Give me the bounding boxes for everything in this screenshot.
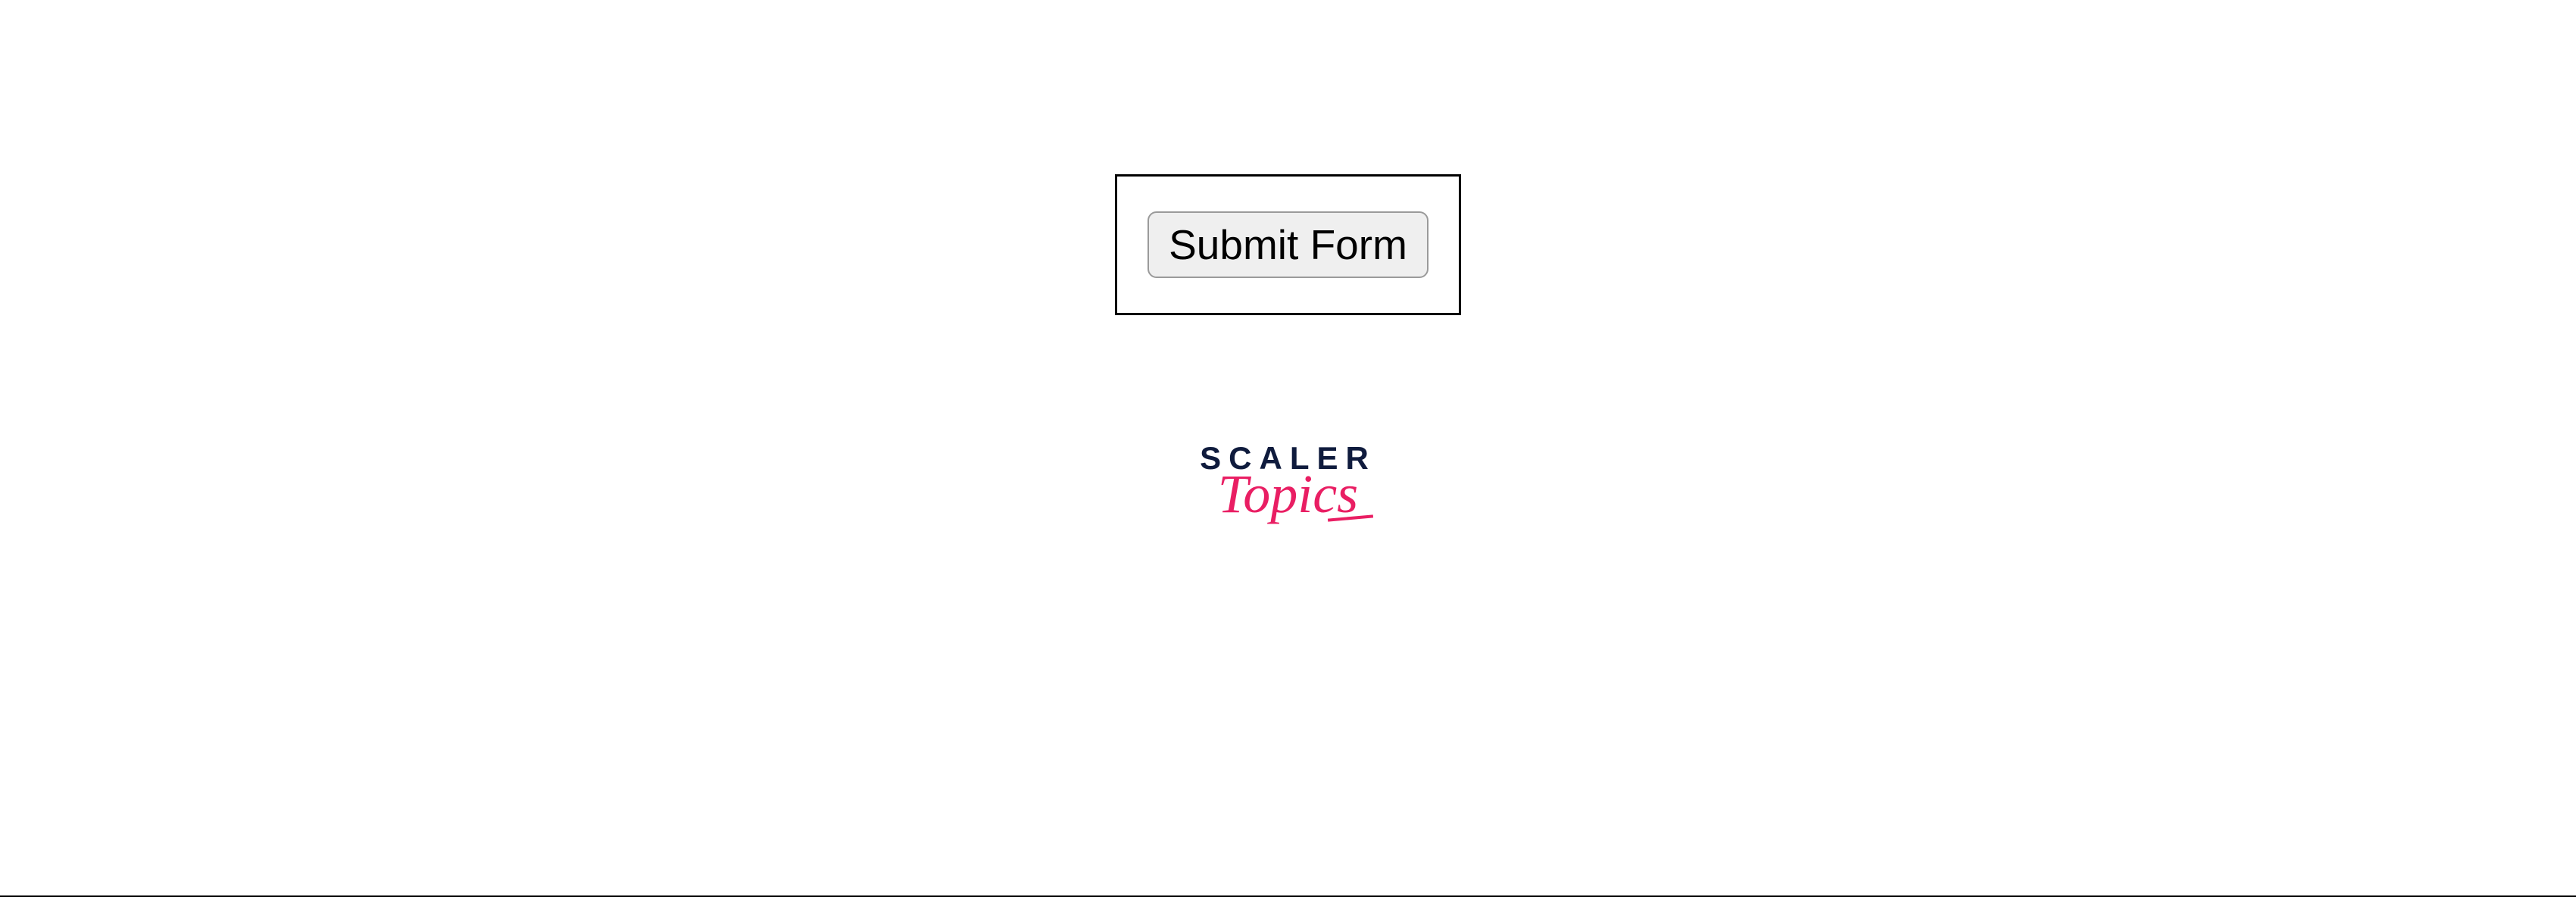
submit-button[interactable]: Submit Form [1147,211,1429,278]
main-container: Submit Form SCALER Topics [0,0,2576,897]
scaler-logo: SCALER Topics [1200,440,1376,526]
button-frame: Submit Form [1115,174,1461,315]
logo-sub-text: Topics [1218,463,1358,526]
